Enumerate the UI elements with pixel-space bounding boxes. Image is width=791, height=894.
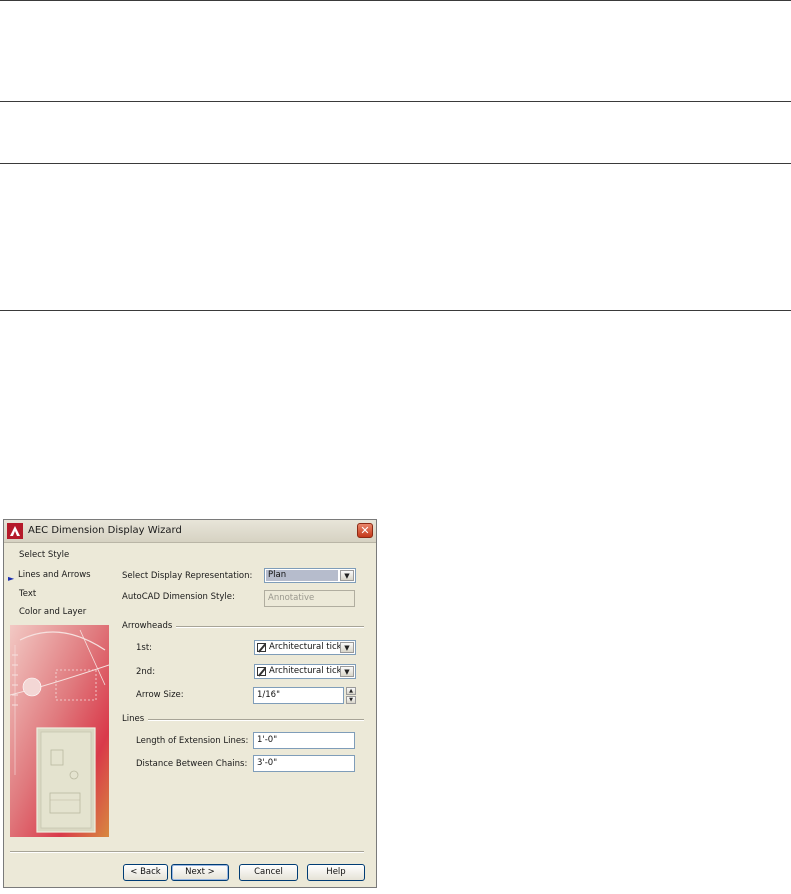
extension-lines-field[interactable]: 1'-0" [253, 732, 355, 749]
app-logo-icon [7, 523, 23, 539]
help-button[interactable]: Help [307, 864, 365, 881]
separator-line-3 [0, 163, 791, 164]
first-arrow-value: Architectural tick [269, 642, 342, 652]
close-button[interactable]: ✕ [357, 523, 373, 538]
first-arrow-select[interactable]: Architectural tick ▼ [254, 640, 356, 655]
chain-distance-field[interactable]: 3'-0" [253, 755, 355, 772]
footer-divider [10, 851, 364, 853]
arrow-size-field[interactable]: 1/16" [253, 687, 344, 704]
arrow-size-label: Arrow Size: [136, 690, 184, 700]
back-button[interactable]: < Back [123, 864, 168, 881]
dialog-title: AEC Dimension Display Wizard [28, 525, 182, 536]
architectural-tick-icon [257, 643, 266, 652]
lines-divider [148, 719, 364, 721]
dim-style-field: Annotative [264, 590, 355, 607]
chevron-down-icon[interactable]: ▼ [340, 642, 354, 653]
separator-line-2 [0, 101, 791, 102]
step-lines-and-arrows[interactable]: Lines and Arrows [18, 570, 91, 580]
title-bar[interactable]: AEC Dimension Display Wizard ✕ [4, 520, 376, 543]
step-text[interactable]: Text [19, 589, 36, 599]
extension-lines-label: Length of Extension Lines: [136, 736, 249, 746]
spin-up-button[interactable]: ▲ [346, 687, 356, 695]
second-arrow-value: Architectural tick [269, 666, 342, 676]
spin-down-button[interactable]: ▼ [346, 696, 356, 704]
extension-lines-value: 1'-0" [257, 735, 278, 745]
dim-style-label: AutoCAD Dimension Style: [122, 592, 235, 602]
lines-section-label: Lines [122, 714, 145, 724]
arrow-size-value: 1/16" [257, 690, 280, 700]
chain-distance-label: Distance Between Chains: [136, 759, 248, 769]
display-rep-label: Select Display Representation: [122, 571, 253, 581]
wizard-illustration [10, 625, 109, 837]
step-color-and-layer[interactable]: Color and Layer [19, 607, 86, 617]
current-step-arrow-icon: ► [8, 574, 15, 583]
first-arrow-label: 1st: [136, 643, 153, 653]
cancel-button[interactable]: Cancel [239, 864, 298, 881]
step-select-style[interactable]: Select Style [19, 550, 69, 560]
architectural-tick-icon [257, 667, 266, 676]
arrowheads-section-label: Arrowheads [122, 621, 173, 631]
chevron-down-icon[interactable]: ▼ [340, 666, 354, 677]
separator-line-1 [0, 0, 791, 1]
separator-line-4 [0, 310, 791, 311]
arrowheads-divider [176, 626, 364, 628]
second-arrow-select[interactable]: Architectural tick ▼ [254, 664, 356, 679]
display-rep-value: Plan [268, 570, 287, 580]
chevron-down-icon[interactable]: ▼ [340, 570, 354, 581]
dim-style-value: Annotative [268, 593, 315, 603]
display-rep-select[interactable]: Plan ▼ [264, 568, 356, 583]
second-arrow-label: 2nd: [136, 667, 156, 677]
chain-distance-value: 3'-0" [257, 758, 278, 768]
next-button[interactable]: Next > [171, 864, 229, 881]
